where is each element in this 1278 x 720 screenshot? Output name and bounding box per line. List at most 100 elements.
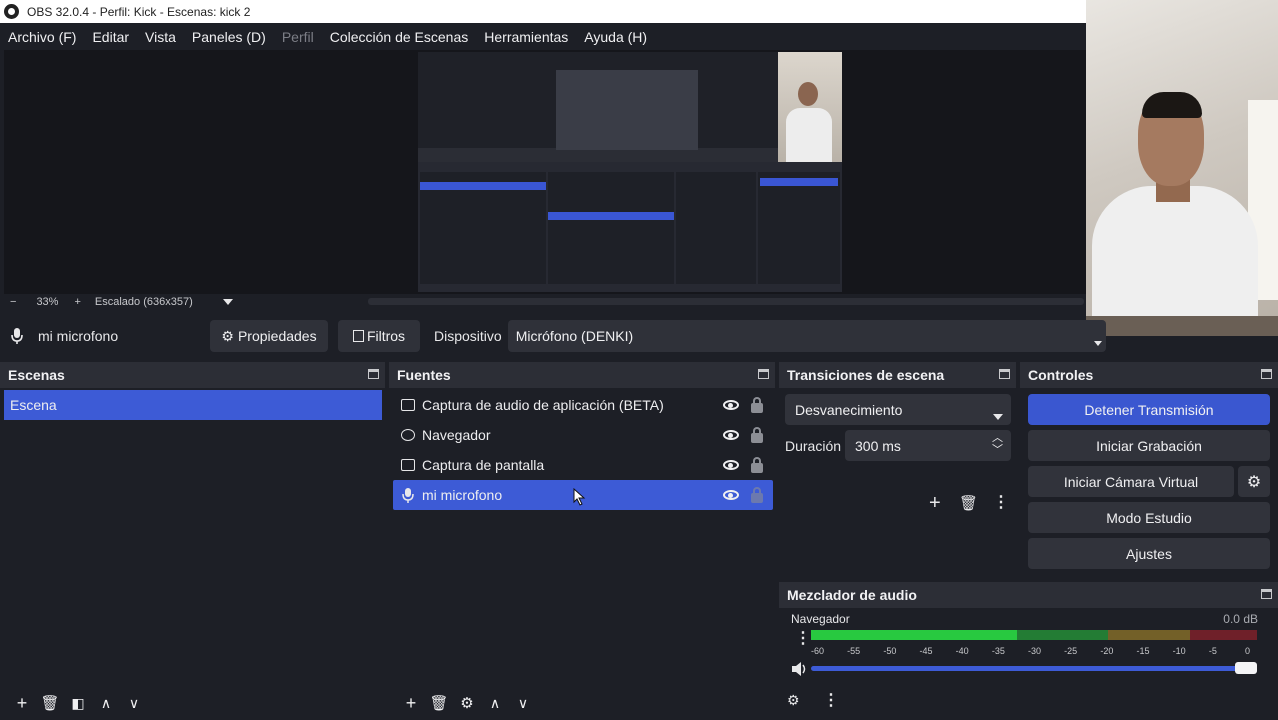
mini-obs-panels <box>418 162 842 292</box>
source-properties-gear-icon[interactable]: ⚙ <box>453 694 481 712</box>
add-source-icon[interactable]: + <box>397 693 425 714</box>
visibility-eye-icon[interactable] <box>723 460 739 470</box>
virtual-camera-settings-gear-icon[interactable]: ⚙ <box>1238 466 1270 497</box>
volume-slider-handle[interactable] <box>1235 662 1257 674</box>
mini-webcam <box>778 52 842 162</box>
undock-icon[interactable] <box>1261 589 1272 599</box>
undock-icon[interactable] <box>758 369 769 379</box>
add-scene-icon[interactable]: + <box>8 693 36 714</box>
undock-icon[interactable] <box>999 369 1010 379</box>
scenes-footer: + 🗑 ◧ ∧ ∨ <box>0 688 385 718</box>
browser-icon <box>401 429 415 441</box>
spin-arrows-icon[interactable]: ︿ ﹀ <box>992 432 1003 456</box>
start-virtual-camera-button[interactable]: Iniciar Cámara Virtual <box>1028 466 1234 497</box>
menu-vista[interactable]: Vista <box>145 29 176 45</box>
duration-value: 300 ms <box>855 437 901 454</box>
stop-streaming-button[interactable]: Detener Transmisión <box>1028 394 1270 425</box>
meter-tick-label: -35 <box>991 646 1005 656</box>
scenes-list: Escena + 🗑 ◧ ∧ ∨ <box>0 388 385 718</box>
selected-source-name: mi microfono <box>38 328 119 344</box>
move-down-icon[interactable]: ∨ <box>120 695 148 712</box>
studio-mode-button[interactable]: Modo Estudio <box>1028 502 1270 533</box>
add-transition-icon[interactable]: + <box>929 492 941 515</box>
window-title: OBS 32.0.4 - Perfil: Kick - Escenas: kic… <box>27 4 251 19</box>
source-label: Captura de audio de aplicación (BETA) <box>422 397 664 413</box>
volume-slider[interactable] <box>811 666 1257 671</box>
menu-editar[interactable]: Editar <box>92 29 129 45</box>
move-up-icon[interactable]: ∧ <box>481 695 509 712</box>
move-up-icon[interactable]: ∧ <box>92 695 120 712</box>
sources-list: Captura de audio de aplicación (BETA) Na… <box>389 388 775 718</box>
meter-tick-label: -30 <box>1028 646 1042 656</box>
lock-icon[interactable] <box>751 486 763 503</box>
zoom-in-button[interactable]: + <box>74 296 80 308</box>
obs-logo-icon <box>4 4 19 19</box>
source-item-browser[interactable]: Navegador <box>393 420 773 450</box>
mouse-cursor-icon <box>573 488 586 506</box>
mixer-menu-icon[interactable]: ⋮ <box>823 690 839 710</box>
source-item-app-audio[interactable]: Captura de audio de aplicación (BETA) <box>393 390 773 420</box>
device-select[interactable]: Micrófono (DENKI) <box>507 320 1106 352</box>
menu-ayuda[interactable]: Ayuda (H) <box>584 29 647 45</box>
source-label: Navegador <box>422 427 491 443</box>
channel-menu-icon[interactable]: ⋮ <box>795 628 811 648</box>
scene-item[interactable]: Escena <box>4 390 382 420</box>
mini-stop-button <box>760 178 838 186</box>
preview-scrollbar[interactable] <box>368 298 1084 305</box>
lock-icon[interactable] <box>751 396 763 413</box>
source-label: mi microfono <box>422 487 503 503</box>
menu-archivo[interactable]: Archivo (F) <box>8 29 76 45</box>
visibility-eye-icon[interactable] <box>723 400 739 410</box>
menu-paneles[interactable]: Paneles (D) <box>192 29 266 45</box>
preview-canvas <box>418 52 842 292</box>
lock-icon[interactable] <box>751 456 763 473</box>
zoom-out-button[interactable]: − <box>10 296 16 308</box>
visibility-eye-icon[interactable] <box>723 490 739 500</box>
settings-button[interactable]: Ajustes <box>1028 538 1270 569</box>
mixer-title: Mezclador de audio <box>787 587 917 603</box>
scenes-panel-header: Escenas <box>0 362 385 388</box>
mixer-advanced-gear-icon[interactable]: ⚙ <box>787 692 800 709</box>
mixer-channel-name: Navegador <box>791 612 850 626</box>
transitions-panel-header: Transiciones de escena <box>779 362 1016 388</box>
device-label: Dispositivo <box>434 328 502 344</box>
source-item-screen-capture[interactable]: Captura de pantalla <box>393 450 773 480</box>
zoom-dropdown-icon[interactable] <box>213 296 233 308</box>
speaker-icon[interactable] <box>791 661 809 677</box>
mini-controls-panel <box>758 172 840 284</box>
start-virtual-camera-label: Iniciar Cámara Virtual <box>1063 473 1199 490</box>
lock-icon[interactable] <box>751 426 763 443</box>
program-preview[interactable] <box>4 50 1086 294</box>
filters-icon <box>352 330 364 342</box>
mini-source-selected <box>548 212 674 220</box>
undock-icon[interactable] <box>368 369 379 379</box>
start-recording-button[interactable]: Iniciar Grabación <box>1028 430 1270 461</box>
controls-body: Detener Transmisión Iniciar Grabación In… <box>1020 388 1278 578</box>
monitor-icon <box>401 459 415 471</box>
visibility-eye-icon[interactable] <box>723 430 739 440</box>
duration-spinbox[interactable]: 300 ms ︿ ﹀ <box>845 430 1011 461</box>
transition-select[interactable]: Desvanecimiento <box>785 394 1011 425</box>
menu-perfil[interactable]: Perfil <box>282 29 314 45</box>
gear-icon: ⚙ <box>221 327 234 344</box>
microphone-icon <box>402 488 414 503</box>
controls-panel-header: Controles <box>1020 362 1278 388</box>
source-item-microphone[interactable]: mi microfono <box>393 480 773 510</box>
mini-transitions-panel <box>676 172 756 284</box>
menu-coleccion-escenas[interactable]: Colección de Escenas <box>330 29 469 45</box>
undock-icon[interactable] <box>1261 369 1272 379</box>
zoom-value: 33% <box>36 296 59 308</box>
meter-tick-label: -10 <box>1172 646 1186 656</box>
menu-herramientas[interactable]: Herramientas <box>484 29 568 45</box>
sources-panel-header: Fuentes <box>389 362 775 388</box>
filters-button[interactable]: Filtros <box>338 320 420 352</box>
remove-scene-icon[interactable]: 🗑 <box>36 694 64 712</box>
move-down-icon[interactable]: ∨ <box>509 695 537 712</box>
remove-transition-icon[interactable]: 🗑 <box>959 494 978 512</box>
remove-source-icon[interactable]: 🗑 <box>425 694 453 712</box>
more-options-icon[interactable]: ⋮ <box>993 492 1009 512</box>
scene-filters-icon[interactable]: ◧ <box>64 695 92 712</box>
stop-streaming-label: Detener Transmisión <box>1084 401 1214 418</box>
properties-button[interactable]: ⚙ Propiedades <box>210 320 328 352</box>
webcam-person-shirt <box>1092 186 1258 336</box>
